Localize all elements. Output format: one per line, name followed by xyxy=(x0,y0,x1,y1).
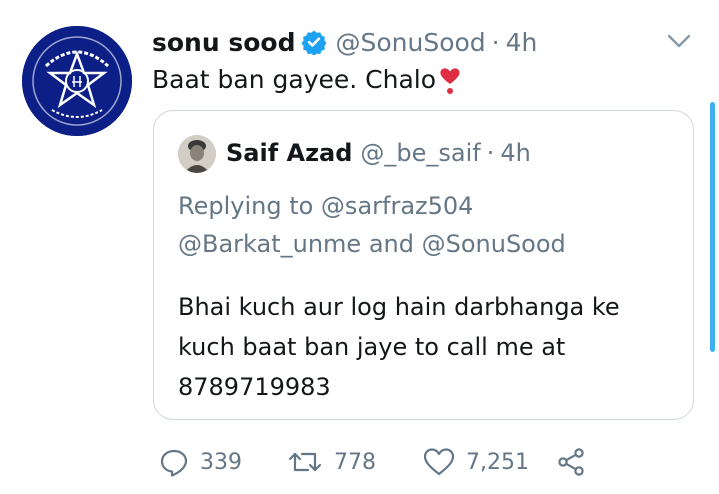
reply-icon xyxy=(160,449,188,477)
tweet-text: Baat ban gayee. Chalo xyxy=(152,60,462,100)
quoted-tweet[interactable]: Saif Azad @_be_saif · 4h Replying to @sa… xyxy=(153,110,694,420)
tweet-time[interactable]: 4h xyxy=(506,28,538,57)
like-button[interactable]: 7,251 xyxy=(422,446,529,478)
retweet-count: 778 xyxy=(334,449,376,475)
share-button[interactable] xyxy=(555,446,587,478)
like-count: 7,251 xyxy=(466,449,529,475)
action-bar: 339 778 7,251 xyxy=(158,440,587,484)
reply-count: 339 xyxy=(200,449,242,475)
tweet-header: sonu sood @SonuSood · 4h xyxy=(152,22,537,62)
quoted-time[interactable]: 4h xyxy=(500,139,530,167)
heart-icon xyxy=(423,448,455,476)
replying-to: Replying to @sarfraz504 @Barkat_unme and… xyxy=(178,187,678,263)
quoted-text: Bhai kuch aur log hain darbhanga ke kuch… xyxy=(178,287,678,407)
more-options-button[interactable] xyxy=(664,26,694,56)
quoted-text-line: kuch baat ban jaye to call me at xyxy=(178,333,566,361)
replying-to-line[interactable]: Replying to @sarfraz504 xyxy=(178,187,678,225)
scrollbar[interactable] xyxy=(710,102,715,352)
avatar[interactable] xyxy=(22,26,132,136)
person-portrait-icon xyxy=(178,135,216,173)
quoted-author-name[interactable]: Saif Azad xyxy=(226,139,352,167)
separator-dot: · xyxy=(491,27,500,57)
reply-button[interactable]: 339 xyxy=(158,446,242,478)
heart-exclamation-icon xyxy=(438,65,462,95)
share-icon xyxy=(558,448,584,476)
retweet-button[interactable]: 778 xyxy=(286,446,376,478)
quoted-header: Saif Azad @_be_saif · 4h xyxy=(226,133,531,173)
quoted-text-line: Bhai kuch aur log hain darbhanga ke xyxy=(178,293,620,321)
police-emblem-icon xyxy=(22,26,132,136)
author-handle[interactable]: @SonuSood xyxy=(335,28,485,57)
chevron-down-icon xyxy=(667,34,691,48)
retweet-icon xyxy=(288,452,322,472)
quoted-avatar[interactable] xyxy=(178,135,216,173)
author-name[interactable]: sonu sood xyxy=(152,28,295,57)
quoted-author-handle[interactable]: @_be_saif xyxy=(360,139,480,167)
tweet-text-content: Baat ban gayee. Chalo xyxy=(152,65,437,94)
separator-dot: · xyxy=(486,139,495,167)
verified-badge-icon xyxy=(301,29,328,55)
quoted-text-line[interactable]: 8789719983 xyxy=(178,367,678,407)
replying-to-line[interactable]: @Barkat_unme and @SonuSood xyxy=(178,225,678,263)
